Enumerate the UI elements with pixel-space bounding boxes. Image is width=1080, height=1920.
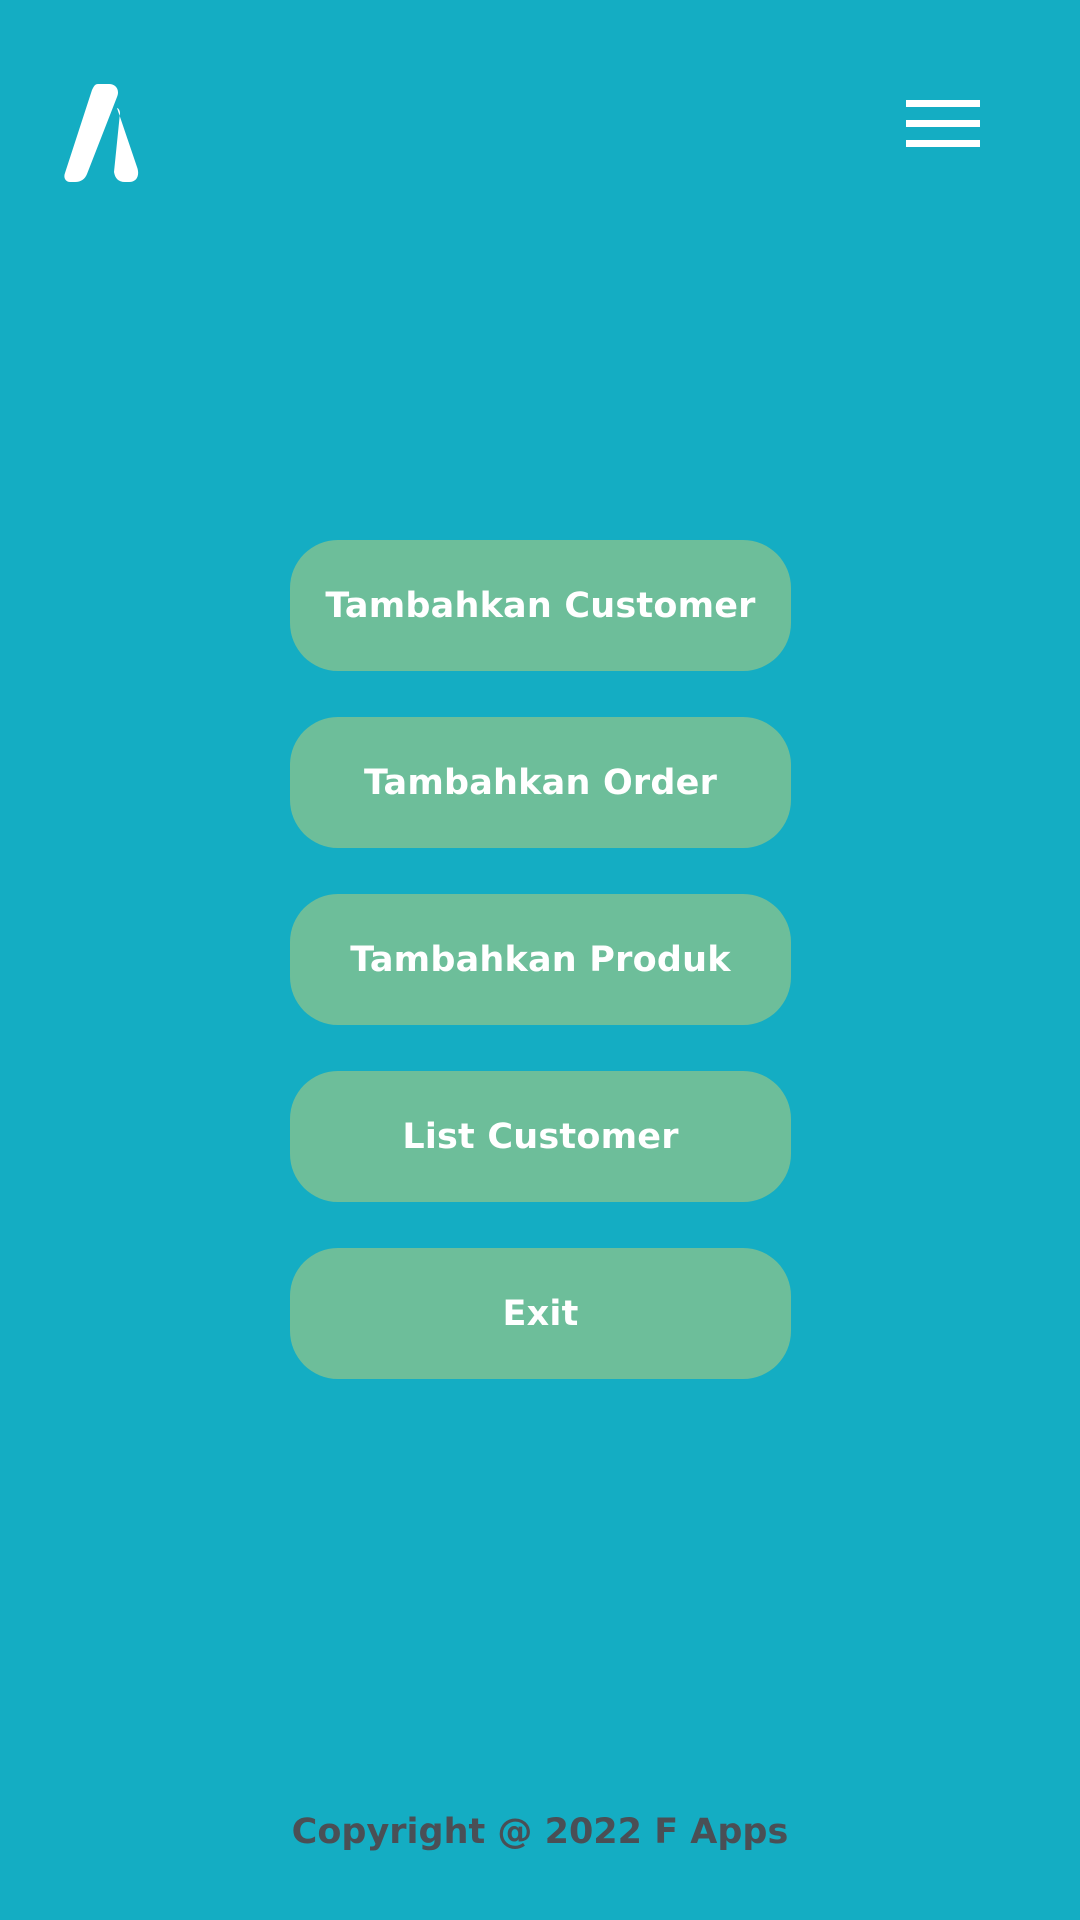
- menu-line: [906, 140, 980, 147]
- hamburger-menu-icon[interactable]: [906, 98, 980, 150]
- brand-logo-icon: [64, 84, 160, 182]
- menu-line: [906, 120, 980, 127]
- exit-button[interactable]: Exit: [290, 1248, 791, 1379]
- tambahkan-order-button[interactable]: Tambahkan Order: [290, 717, 791, 848]
- menu-line: [906, 100, 980, 107]
- tambahkan-produk-button[interactable]: Tambahkan Produk: [290, 894, 791, 1025]
- app-screen: Tambahkan Customer Tambahkan Order Tamba…: [0, 0, 1080, 1920]
- main-menu: Tambahkan Customer Tambahkan Order Tamba…: [290, 540, 791, 1379]
- copyright-text: Copyright @ 2022 F Apps: [291, 1812, 789, 1852]
- tambahkan-customer-button[interactable]: Tambahkan Customer: [290, 540, 791, 671]
- list-customer-button[interactable]: List Customer: [290, 1071, 791, 1202]
